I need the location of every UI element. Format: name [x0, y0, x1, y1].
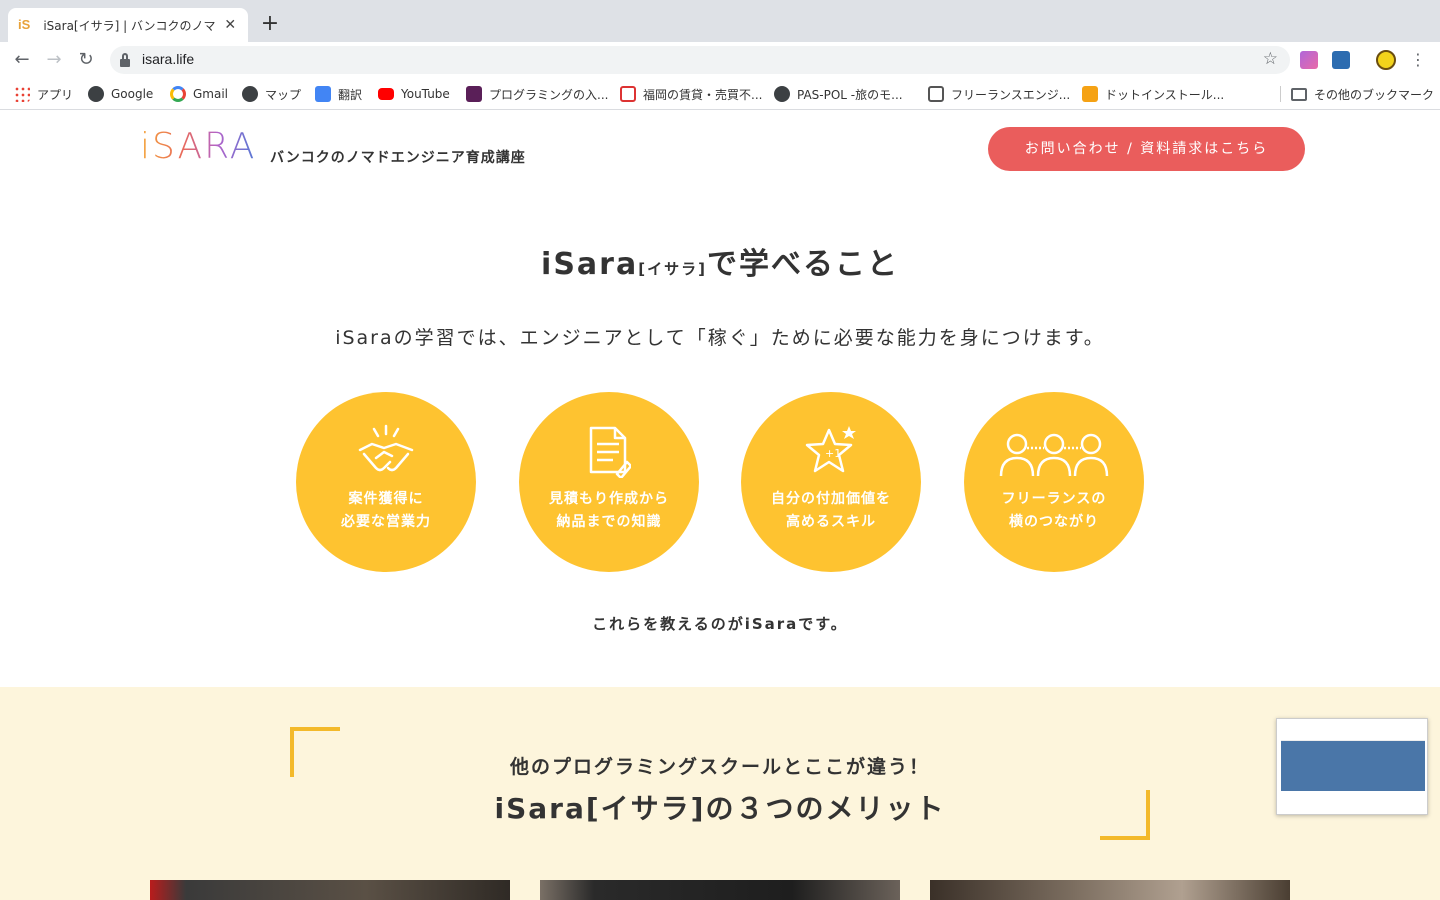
screenshot-preview-thumbnail[interactable]	[1276, 718, 1428, 815]
learn-section-title: iSara[イサラ]で学べること	[541, 247, 899, 282]
isara-favicon-icon: iS	[18, 17, 31, 32]
bookmark-item[interactable]: Gmail	[170, 85, 228, 103]
merit-photo	[540, 880, 900, 900]
url-text[interactable]: isara.life	[142, 51, 194, 67]
forward-arrow-icon[interactable]: →	[42, 48, 66, 72]
extension-icon[interactable]	[1300, 51, 1318, 69]
merit-photo	[150, 880, 510, 900]
tab-title: iSara[イサラ] | バンコクのノマドエンジニア育成講座	[43, 18, 216, 33]
skill-label: フリーランスの 横のつながり	[1001, 491, 1107, 530]
merit-photo	[930, 880, 1290, 900]
skill-circle-estimate: 見積もり作成から 納品までの知識	[519, 392, 699, 572]
folder-icon	[1291, 87, 1307, 101]
apps-grid-icon	[14, 86, 30, 102]
thumbnail-header	[1281, 723, 1425, 741]
globe-icon	[88, 86, 104, 102]
skill-label: 見積もり作成から 納品までの知識	[549, 491, 669, 530]
globe-icon	[774, 86, 790, 102]
bookmark-item[interactable]: アプリ	[14, 85, 73, 103]
back-arrow-icon[interactable]: ←	[10, 48, 34, 72]
document-icon	[589, 426, 631, 478]
merits-title: iSara[イサラ]の３つのメリット	[494, 792, 946, 825]
bookmark-item[interactable]: YouTube	[378, 85, 450, 103]
skill-label: 案件獲得に 必要な営業力	[341, 491, 431, 530]
bookmarks-bar: アプリ Google Gmail マップ 翻訳 YouTube プログラミングの…	[0, 78, 1440, 110]
contact-cta-button[interactable]: お問い合わせ / 資料請求はこちら	[988, 127, 1305, 171]
skill-circle-sales: 案件獲得に 必要な営業力	[296, 392, 476, 572]
learn-closing-text: これらを教えるのがiSaraです。	[592, 615, 848, 633]
lock-icon	[120, 53, 130, 67]
browser-toolbar: ← → ↻ isara.life ☆ ⋮	[0, 42, 1440, 78]
house-icon	[928, 86, 944, 102]
house-icon	[620, 86, 636, 102]
bookmark-item[interactable]: Google	[88, 85, 153, 103]
people-network-icon	[999, 433, 1109, 477]
bookmark-item[interactable]: PAS-POL -旅のモ...	[774, 85, 903, 103]
extension-icon[interactable]	[1332, 51, 1350, 69]
google-g-icon	[170, 86, 186, 102]
learn-section-lead: iSaraの学習では、エンジニアとして「稼ぐ」ために必要な能力を身につけます。	[335, 327, 1105, 349]
bookmark-item[interactable]: 福岡の賃貸・売買不...	[620, 85, 762, 103]
page-content: iSARA バンコクのノマドエンジニア育成講座 お問い合わせ / 資料請求はこち…	[0, 111, 1440, 900]
bookmark-item[interactable]: フリーランスエンジ...	[928, 85, 1070, 103]
bookmark-divider	[1280, 86, 1281, 102]
p-icon	[466, 86, 482, 102]
isara-logo[interactable]: iSARA	[140, 129, 260, 165]
bookmark-item[interactable]: プログラミングの入...	[466, 85, 608, 103]
new-tab-button[interactable]: +	[258, 12, 282, 36]
site-tagline: バンコクのノマドエンジニア育成講座	[270, 150, 526, 166]
youtube-icon	[378, 88, 394, 100]
bookmark-item[interactable]: マップ	[242, 85, 301, 103]
profile-avatar[interactable]	[1376, 50, 1396, 70]
bookmark-item[interactable]: 翻訳	[315, 85, 362, 103]
menu-dots-icon[interactable]: ⋮	[1410, 50, 1426, 70]
thumbnail-footer	[1281, 791, 1425, 811]
reload-icon[interactable]: ↻	[74, 48, 98, 72]
skill-circle-value: +1 自分の付加価値を 高めるスキル	[741, 392, 921, 572]
address-bar[interactable]: isara.life ☆	[110, 46, 1290, 74]
browser-tab[interactable]: iS iSara[イサラ] | バンコクのノマドエンジニア育成講座 ✕	[8, 8, 248, 42]
bookmark-star-icon[interactable]: ☆	[1263, 49, 1278, 69]
merits-subtitle: 他のプログラミングスクールとここが違う！	[509, 756, 930, 778]
close-tab-icon[interactable]: ✕	[223, 17, 238, 33]
globe-icon	[242, 86, 258, 102]
handshake-icon	[358, 424, 414, 472]
skill-label: 自分の付加価値を 高めるスキル	[771, 491, 891, 530]
merits-section: 他のプログラミングスクールとここが違う！ iSara[イサラ]の３つのメリット	[0, 687, 1440, 900]
bookmark-item[interactable]: ドットインストール...	[1082, 85, 1224, 103]
svg-text:+1: +1	[825, 447, 841, 460]
dotinstall-icon	[1082, 86, 1098, 102]
browser-tabstrip: iS iSara[イサラ] | バンコクのノマドエンジニア育成講座 ✕ +	[0, 0, 1440, 42]
translate-icon	[315, 86, 331, 102]
bookmark-folder[interactable]: その他のブックマーク	[1291, 85, 1434, 103]
thumbnail-hero	[1281, 741, 1425, 791]
star-plus-icon: +1	[805, 426, 856, 473]
skill-circle-network: フリーランスの 横のつながり	[964, 392, 1144, 572]
